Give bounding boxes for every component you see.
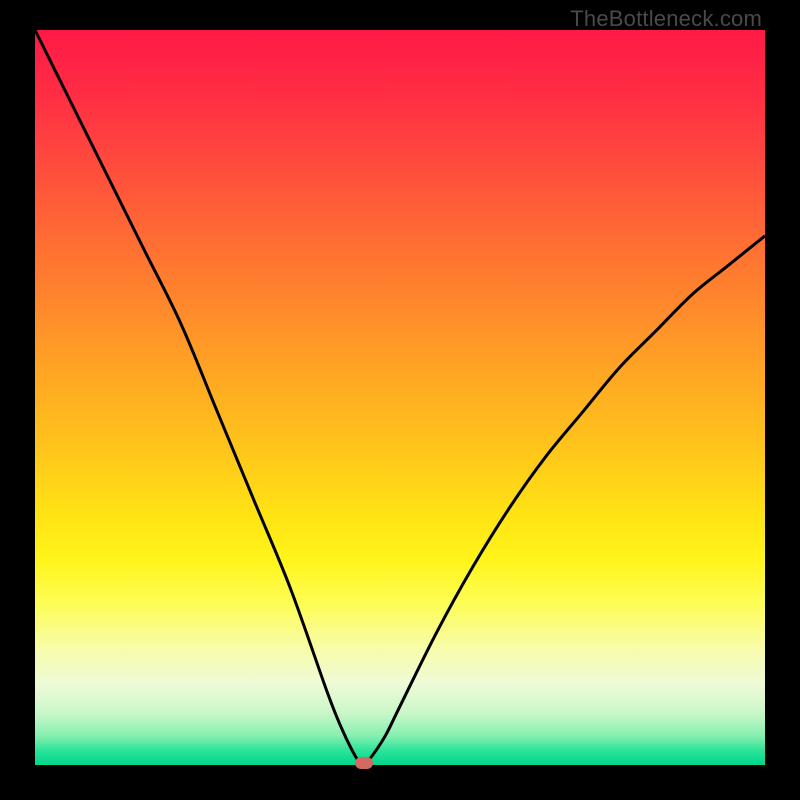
optimum-marker (355, 757, 373, 769)
curve-path (35, 30, 765, 765)
plot-area (35, 30, 765, 765)
bottleneck-curve (35, 30, 765, 765)
chart-frame: TheBottleneck.com (0, 0, 800, 800)
watermark-text: TheBottleneck.com (570, 6, 762, 32)
